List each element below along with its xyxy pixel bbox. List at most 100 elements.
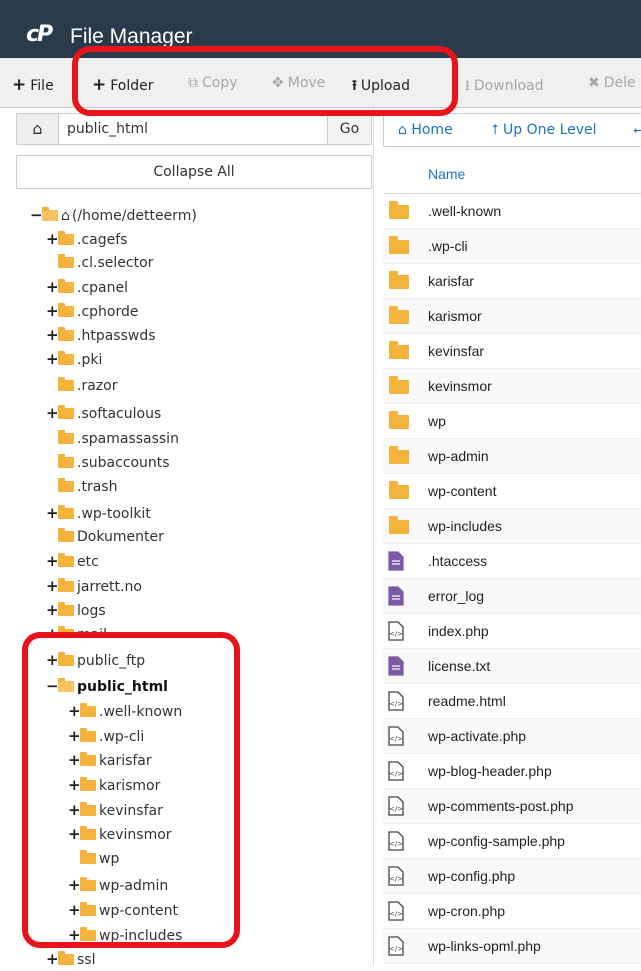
tree-item[interactable]: + public_ftp <box>46 649 145 671</box>
expand-toggle[interactable]: + <box>46 324 59 346</box>
expand-toggle[interactable]: + <box>68 899 81 921</box>
tree-item[interactable]: + etc <box>46 550 99 572</box>
tree-item[interactable]: + .wp-cli <box>68 725 144 747</box>
table-row[interactable]: wp-includes <box>383 509 641 544</box>
tree-item[interactable]: + kevinsfar <box>68 799 163 821</box>
tree-item[interactable]: .trash <box>46 476 117 498</box>
tree-item-public-html[interactable]: − public_html <box>46 675 168 697</box>
expand-toggle[interactable]: + <box>68 799 81 821</box>
table-row[interactable]: kevinsfar <box>383 334 641 369</box>
table-row[interactable]: karisfar <box>383 264 641 299</box>
download-button[interactable]: ⭳ Download <box>465 75 544 99</box>
home-nav-button[interactable]: ⌂ Home <box>398 114 453 146</box>
expand-toggle[interactable]: + <box>68 749 81 771</box>
copy-button[interactable]: ⧉ Copy <box>188 75 238 91</box>
go-button[interactable]: Go <box>327 114 371 144</box>
folder-icon <box>80 902 96 916</box>
expand-toggle[interactable]: + <box>46 575 59 597</box>
expand-toggle[interactable]: + <box>46 550 59 572</box>
tree-item[interactable]: + .wp-toolkit <box>46 502 151 524</box>
expand-toggle[interactable]: + <box>46 228 59 250</box>
home-path-button[interactable]: ⌂ <box>17 114 59 144</box>
expand-toggle[interactable]: + <box>68 823 81 845</box>
tree-item-root[interactable]: − ⌂ (/home/detteerm) <box>30 204 197 226</box>
expand-toggle[interactable]: + <box>46 300 59 322</box>
table-row[interactable]: </> wp-links-opml.php <box>383 929 641 964</box>
tree-item[interactable]: + wp-includes <box>68 924 182 946</box>
expand-toggle[interactable]: + <box>46 599 59 621</box>
expand-toggle[interactable]: + <box>68 725 81 747</box>
svg-text:</>: </> <box>389 735 403 743</box>
expand-toggle[interactable]: + <box>46 623 59 635</box>
tree-item[interactable]: + .well-known <box>68 700 182 722</box>
folder-icon <box>389 516 409 534</box>
expand-toggle[interactable]: + <box>46 948 59 970</box>
tree-item[interactable]: + .pki <box>46 348 102 370</box>
table-row[interactable]: </> wp-config.php <box>383 859 641 894</box>
tree-item[interactable]: + wp-content <box>68 899 178 921</box>
path-input[interactable]: public_html <box>67 114 317 144</box>
tree-item[interactable]: + .htpasswds <box>46 324 156 346</box>
file-name: .well-known <box>428 203 502 219</box>
expand-toggle[interactable]: + <box>68 874 81 896</box>
table-row[interactable]: kevinsmor <box>383 369 641 404</box>
table-row[interactable]: .well-known <box>383 194 641 229</box>
tree-item[interactable]: + karisfar <box>68 749 152 771</box>
expand-toggle[interactable]: + <box>68 700 81 722</box>
tree-item[interactable]: wp <box>68 848 119 870</box>
expand-toggle[interactable]: + <box>68 774 81 796</box>
tree-item[interactable]: .spamassassin <box>46 428 179 450</box>
tree-item[interactable]: + karismor <box>68 774 160 796</box>
back-button[interactable]: ⭠ <box>633 114 641 146</box>
collapse-all-button[interactable]: Collapse All <box>16 155 372 189</box>
table-row[interactable]: </> wp-cron.php <box>383 894 641 929</box>
tree-item[interactable]: .subaccounts <box>46 452 170 474</box>
tree-item[interactable]: + .cphorde <box>46 300 138 322</box>
pane-divider[interactable] <box>373 108 374 966</box>
name-column-header[interactable]: Name <box>428 166 465 182</box>
table-row[interactable]: </> index.php <box>383 614 641 649</box>
expand-toggle[interactable]: + <box>46 348 59 370</box>
table-row[interactable]: license.txt <box>383 649 641 684</box>
table-row[interactable]: karismor <box>383 299 641 334</box>
expand-toggle[interactable]: + <box>68 924 81 946</box>
up-one-level-button[interactable]: ⭡ Up One Level <box>492 114 597 146</box>
expand-toggle[interactable]: + <box>46 402 59 424</box>
expand-toggle[interactable]: + <box>46 649 59 671</box>
tree-item[interactable]: Dokumenter <box>46 526 164 548</box>
collapse-toggle[interactable]: − <box>30 204 43 226</box>
tree-item[interactable]: + wp-admin <box>68 874 168 896</box>
tree-item[interactable]: + ssl <box>46 948 95 970</box>
tree-item[interactable]: .cl.selector <box>46 252 153 274</box>
file-name: wp-admin <box>428 448 489 464</box>
table-row[interactable]: wp-admin <box>383 439 641 474</box>
expand-toggle[interactable]: + <box>46 276 59 298</box>
table-row[interactable]: wp-content <box>383 474 641 509</box>
collapse-toggle[interactable]: − <box>46 675 59 697</box>
table-row[interactable]: .wp-cli <box>383 229 641 264</box>
table-row[interactable]: </> wp-comments-post.php <box>383 789 641 824</box>
table-row[interactable]: </> wp-activate.php <box>383 719 641 754</box>
table-row[interactable]: .htaccess <box>383 544 641 579</box>
table-row[interactable]: error_log <box>383 579 641 614</box>
expand-toggle[interactable]: + <box>46 502 59 524</box>
table-row[interactable]: </> wp-blog-header.php <box>383 754 641 789</box>
tree-item[interactable]: + .softaculous <box>46 402 161 424</box>
new-file-button[interactable]: + File <box>12 75 54 95</box>
file-name: karismor <box>428 308 482 324</box>
tree-item[interactable]: + jarrett.no <box>46 575 142 597</box>
table-row[interactable]: wp <box>383 404 641 439</box>
table-row[interactable]: </> readme.html <box>383 684 641 719</box>
tree-item[interactable]: + .cpanel <box>46 276 128 298</box>
tree-item[interactable]: .razor <box>46 375 117 397</box>
move-button[interactable]: ✥ Move <box>272 75 325 91</box>
delete-button[interactable]: ✖ Dele <box>588 75 636 91</box>
tree-item[interactable]: + .cagefs <box>46 228 127 250</box>
new-folder-button[interactable]: + Folder <box>92 75 154 95</box>
tree-item[interactable]: + mail <box>46 623 107 635</box>
upload-button[interactable]: ⭱ Upload <box>352 75 410 99</box>
tree-item[interactable]: + kevinsmor <box>68 823 172 845</box>
tree-item[interactable]: + logs <box>46 599 106 621</box>
svg-text:</>: </> <box>389 770 403 778</box>
table-row[interactable]: </> wp-config-sample.php <box>383 824 641 859</box>
